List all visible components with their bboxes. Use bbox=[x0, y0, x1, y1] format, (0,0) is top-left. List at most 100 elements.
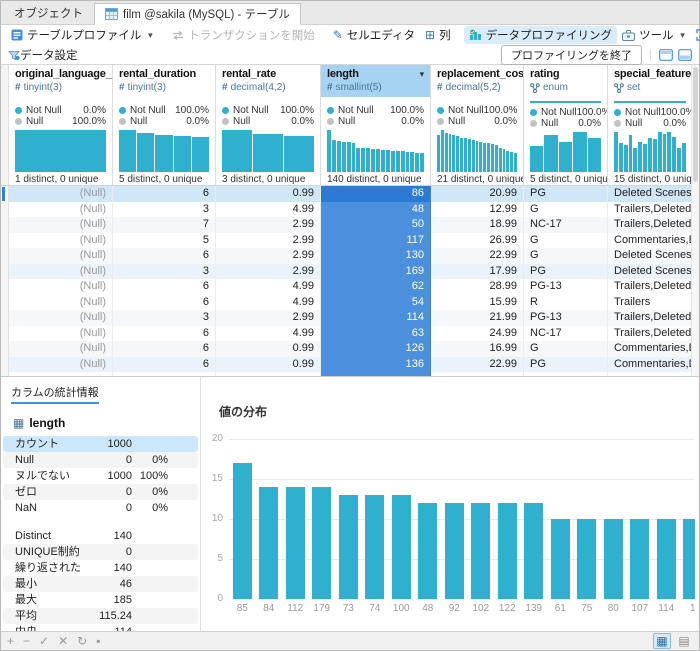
row-gutter[interactable] bbox=[1, 264, 9, 280]
cell-rental_duration[interactable]: 3 bbox=[113, 264, 216, 280]
cell-editor-button[interactable]: ✎ セルエディタ bbox=[328, 26, 420, 44]
cell-original_language_id[interactable]: (Null) bbox=[9, 186, 113, 202]
stat-row[interactable]: 中央114 bbox=[3, 624, 198, 631]
cell-special_features[interactable]: Commentaries,Behind the bbox=[608, 341, 693, 357]
cell-rental_rate[interactable]: 4.99 bbox=[216, 326, 321, 342]
row-gutter[interactable] bbox=[1, 341, 9, 357]
cell-length[interactable]: 126 bbox=[321, 341, 431, 357]
table-row[interactable]: (Null)60.998620.99PGDeleted Scenes,Behin… bbox=[1, 186, 699, 202]
cell-rental_duration[interactable]: 3 bbox=[113, 310, 216, 326]
cell-rental_rate[interactable]: 2.99 bbox=[216, 217, 321, 233]
stat-row[interactable]: 平均115.24 bbox=[3, 608, 198, 624]
column-profile-length[interactable]: Not Null100.0%Null0.0%140 distinct, 0 un… bbox=[321, 97, 431, 185]
cell-length[interactable]: 130 bbox=[321, 248, 431, 264]
cell-rental_duration[interactable]: 3 bbox=[113, 202, 216, 218]
column-header-rating[interactable]: ratingenum bbox=[524, 65, 608, 97]
cell-length[interactable]: 136 bbox=[321, 357, 431, 373]
stat-row[interactable]: ゼロ00% bbox=[3, 484, 198, 500]
row-gutter[interactable] bbox=[1, 248, 9, 264]
cell-rental_duration[interactable]: 6 bbox=[113, 295, 216, 311]
column-header-replacement_cost[interactable]: replacement_cost#decimal(5,2) bbox=[431, 65, 524, 97]
column-profile-rental_rate[interactable]: Not Null100.0%Null0.0%3 distinct, 0 uniq… bbox=[216, 97, 321, 185]
column-profile-replacement_cost[interactable]: Not Null100.0%Null0.0%21 distinct, 0 uni… bbox=[431, 97, 524, 185]
cell-length[interactable]: 114 bbox=[321, 310, 431, 326]
columns-button[interactable]: ⊞ 列 bbox=[420, 26, 456, 44]
add-icon[interactable]: + bbox=[7, 634, 14, 648]
table-row[interactable]: (Null)60.9912616.99GCommentaries,Behind … bbox=[1, 341, 699, 357]
cell-replacement_cost[interactable]: 20.99 bbox=[431, 186, 524, 202]
cell-special_features[interactable]: Trailers,Deleted Scenes bbox=[608, 217, 693, 233]
cell-rating[interactable]: G bbox=[524, 202, 608, 218]
cell-replacement_cost[interactable]: 15.99 bbox=[431, 295, 524, 311]
cell-replacement_cost[interactable]: 26.99 bbox=[431, 233, 524, 249]
row-gutter[interactable] bbox=[1, 326, 9, 342]
cell-rental_duration[interactable]: 7 bbox=[113, 217, 216, 233]
table-row[interactable]: (Null)32.9911421.99PG-13Trailers,Deleted… bbox=[1, 310, 699, 326]
cell-original_language_id[interactable]: (Null) bbox=[9, 248, 113, 264]
table-row[interactable]: (Null)60.9913622.99PGCommentaries,Delete… bbox=[1, 357, 699, 373]
cell-special_features[interactable]: Deleted Scenes,Behind the bbox=[608, 186, 693, 202]
table-row[interactable]: (Null)72.995018.99NC-17Trailers,Deleted … bbox=[1, 217, 699, 233]
cell-original_language_id[interactable]: (Null) bbox=[9, 295, 113, 311]
column-header-original_language_id[interactable]: original_language_id#tinyint(3) bbox=[9, 65, 113, 97]
cell-rental_duration[interactable]: 6 bbox=[113, 279, 216, 295]
record-view-icon[interactable]: ▤ bbox=[675, 633, 693, 649]
cell-length[interactable]: 54 bbox=[321, 295, 431, 311]
cell-replacement_cost[interactable]: 12.99 bbox=[431, 202, 524, 218]
sort-dropdown-icon[interactable]: ▾ bbox=[420, 69, 424, 80]
cell-replacement_cost[interactable]: 22.99 bbox=[431, 357, 524, 373]
cell-replacement_cost[interactable]: 24.99 bbox=[431, 326, 524, 342]
cell-special_features[interactable]: Trailers bbox=[608, 295, 693, 311]
column-header-rental_duration[interactable]: rental_duration#tinyint(3) bbox=[113, 65, 216, 97]
table-profile-button[interactable]: テーブルプロファイル ▼ bbox=[6, 26, 159, 44]
stat-row[interactable]: 最大185 bbox=[3, 592, 198, 608]
cell-special_features[interactable]: Deleted Scenes bbox=[608, 248, 693, 264]
grid-view-icon[interactable]: ▦ bbox=[653, 633, 671, 649]
cell-rental_rate[interactable]: 0.99 bbox=[216, 357, 321, 373]
table-row[interactable]: (Null)64.995415.99RTrailers bbox=[1, 295, 699, 311]
cell-rental_duration[interactable]: 6 bbox=[113, 248, 216, 264]
cell-rating[interactable]: G bbox=[524, 341, 608, 357]
cell-special_features[interactable]: Deleted Scenes bbox=[608, 264, 693, 280]
cell-length[interactable]: 117 bbox=[321, 233, 431, 249]
cell-original_language_id[interactable]: (Null) bbox=[9, 202, 113, 218]
save-icon[interactable]: ▪ bbox=[96, 634, 100, 648]
cell-original_language_id[interactable]: (Null) bbox=[9, 264, 113, 280]
cell-original_language_id[interactable]: (Null) bbox=[9, 217, 113, 233]
cell-replacement_cost[interactable]: 21.99 bbox=[431, 310, 524, 326]
row-gutter[interactable] bbox=[1, 279, 9, 295]
cell-rental_rate[interactable]: 2.99 bbox=[216, 248, 321, 264]
cell-rating[interactable]: PG bbox=[524, 264, 608, 280]
cell-replacement_cost[interactable]: 18.99 bbox=[431, 217, 524, 233]
cell-special_features[interactable]: Commentaries,Deleted Sc bbox=[608, 357, 693, 373]
cell-original_language_id[interactable]: (Null) bbox=[9, 310, 113, 326]
cell-length[interactable]: 62 bbox=[321, 279, 431, 295]
vertical-scrollbar[interactable] bbox=[691, 65, 699, 376]
row-gutter[interactable] bbox=[1, 233, 9, 249]
refresh-icon[interactable]: ↻ bbox=[77, 634, 87, 648]
cell-length[interactable]: 63 bbox=[321, 326, 431, 342]
row-gutter[interactable] bbox=[1, 357, 9, 373]
cell-rating[interactable]: NC-17 bbox=[524, 326, 608, 342]
cell-rating[interactable]: G bbox=[524, 233, 608, 249]
cell-original_language_id[interactable]: (Null) bbox=[9, 233, 113, 249]
row-gutter[interactable] bbox=[1, 217, 9, 233]
cell-rating[interactable]: PG bbox=[524, 357, 608, 373]
cell-original_language_id[interactable]: (Null) bbox=[9, 279, 113, 295]
table-row[interactable]: (Null)32.9916917.99PGDeleted Scenes bbox=[1, 264, 699, 280]
delete-icon[interactable]: − bbox=[23, 634, 30, 648]
stat-row[interactable]: 最小46 bbox=[3, 576, 198, 592]
row-gutter[interactable] bbox=[1, 295, 9, 311]
cell-rental_duration[interactable]: 6 bbox=[113, 357, 216, 373]
table-row[interactable]: (Null)64.996324.99NC-17Trailers,Deleted … bbox=[1, 326, 699, 342]
cell-rating[interactable]: NC-17 bbox=[524, 217, 608, 233]
cell-rating[interactable]: PG bbox=[524, 186, 608, 202]
table-row[interactable]: (Null)64.996228.99PG-13Trailers,Deleted … bbox=[1, 279, 699, 295]
tools-button[interactable]: ツール ▼ bbox=[617, 26, 691, 44]
cell-rating[interactable]: PG-13 bbox=[524, 279, 608, 295]
cell-replacement_cost[interactable]: 17.99 bbox=[431, 264, 524, 280]
stat-row[interactable]: 繰り返された140 bbox=[3, 560, 198, 576]
cell-rental_duration[interactable]: 6 bbox=[113, 341, 216, 357]
cell-length[interactable]: 48 bbox=[321, 202, 431, 218]
cell-length[interactable]: 50 bbox=[321, 217, 431, 233]
